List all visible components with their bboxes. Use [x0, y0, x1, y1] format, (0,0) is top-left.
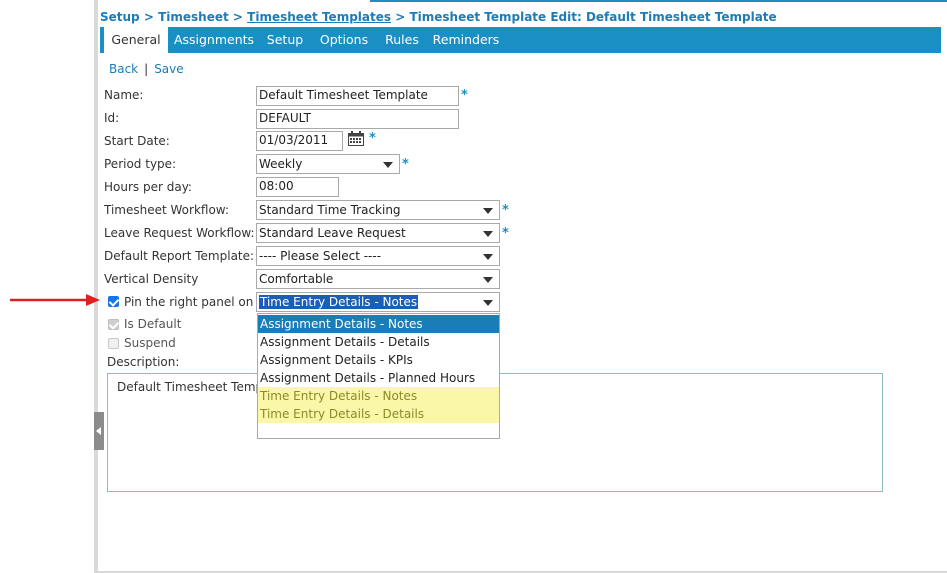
save-link[interactable]: Save: [154, 62, 183, 76]
name-input[interactable]: Default Timesheet Template: [256, 86, 459, 106]
hours-per-day-label: Hours per day:: [104, 180, 192, 194]
is-default-label: Is Default: [124, 317, 182, 331]
back-link[interactable]: Back: [109, 62, 138, 76]
required-star: *: [502, 226, 509, 241]
top-strip: [98, 0, 947, 4]
pin-right-panel-label: Pin the right panel on: [124, 295, 254, 309]
action-separator: |: [144, 62, 149, 76]
required-star: *: [369, 131, 376, 146]
breadcrumb: Setup > Timesheet > Timesheet Templates …: [100, 10, 777, 26]
breadcrumb-setup[interactable]: Setup: [100, 10, 140, 24]
required-star: *: [461, 88, 468, 103]
required-star: *: [502, 203, 509, 218]
vertical-density-select[interactable]: Comfortable: [256, 269, 500, 289]
tab-setup[interactable]: Setup: [262, 27, 308, 53]
dropdown-option[interactable]: Assignment Details - Notes: [258, 315, 499, 333]
default-report-template-value: ---- Please Select ----: [259, 249, 382, 263]
tab-rules[interactable]: Rules: [380, 27, 424, 53]
chevron-down-icon: [483, 300, 493, 306]
breadcrumb-timesheet-templates[interactable]: Timesheet Templates: [247, 10, 391, 24]
start-date-input[interactable]: 01/03/2011: [256, 131, 343, 151]
pin-right-panel-checkbox[interactable]: [108, 296, 120, 307]
annotation-arrow-icon: [10, 294, 100, 306]
required-star: *: [402, 157, 409, 172]
description-text: Default Timesheet Template: [117, 380, 257, 394]
action-links: Back | Save: [109, 62, 184, 76]
vertical-density-label: Vertical Density: [104, 272, 199, 286]
breadcrumb-current: Timesheet Template Edit: Default Timeshe…: [409, 10, 777, 24]
chevron-down-icon: [483, 208, 493, 214]
vertical-density-value: Comfortable: [259, 272, 334, 286]
chevron-down-icon: [383, 162, 393, 168]
default-report-template-select[interactable]: ---- Please Select ----: [256, 246, 500, 266]
id-label: Id:: [104, 111, 120, 125]
leave-request-workflow-select[interactable]: Standard Leave Request: [256, 223, 500, 243]
is-default-checkbox: [108, 319, 120, 330]
timesheet-workflow-label: Timesheet Workflow:: [104, 203, 229, 217]
chevron-down-icon: [483, 254, 493, 260]
chevron-down-icon: [483, 231, 493, 237]
tab-bar: General Assignments Setup Options Rules …: [100, 27, 941, 53]
dropdown-option[interactable]: Assignment Details - Details: [258, 333, 499, 351]
dropdown-option[interactable]: Assignment Details - KPIs: [258, 351, 499, 369]
period-type-value: Weekly: [259, 157, 303, 171]
breadcrumb-separator: >: [139, 10, 159, 24]
collapse-panel-handle[interactable]: [94, 412, 104, 450]
pin-right-panel-value: Time Entry Details - Notes: [259, 295, 419, 309]
default-report-template-label: Default Report Template:: [104, 249, 255, 263]
dropdown-option[interactable]: Assignment Details - Planned Hours: [258, 369, 499, 387]
suspend-label: Suspend: [124, 336, 176, 350]
timesheet-workflow-select[interactable]: Standard Time Tracking: [256, 200, 500, 220]
period-type-select[interactable]: Weekly: [256, 154, 400, 174]
dropdown-option[interactable]: Time Entry Details - Notes: [258, 387, 499, 405]
description-label: Description:: [107, 355, 180, 369]
chevron-left-icon: [96, 427, 101, 435]
timesheet-workflow-value: Standard Time Tracking: [259, 203, 401, 217]
breadcrumb-separator: >: [228, 10, 248, 24]
name-label: Name:: [104, 88, 144, 102]
pin-right-panel-select[interactable]: Time Entry Details - Notes: [256, 292, 500, 312]
hours-per-day-input[interactable]: 08:00: [256, 177, 339, 197]
breadcrumb-timesheet[interactable]: Timesheet: [158, 10, 229, 24]
suspend-checkbox: [108, 338, 119, 349]
tab-options[interactable]: Options: [314, 27, 374, 53]
tab-general[interactable]: General: [104, 27, 168, 53]
id-input[interactable]: DEFAULT: [256, 109, 459, 129]
start-date-label: Start Date:: [104, 134, 170, 148]
leave-request-workflow-value: Standard Leave Request: [259, 226, 406, 240]
tab-reminders[interactable]: Reminders: [430, 27, 502, 53]
leave-request-workflow-label: Leave Request Workflow:: [104, 226, 255, 240]
period-type-label: Period type:: [104, 157, 177, 171]
tab-assignments[interactable]: Assignments: [170, 27, 258, 53]
calendar-icon[interactable]: [348, 131, 364, 146]
dropdown-option[interactable]: Time Entry Details - Details: [258, 405, 499, 423]
pin-panel-dropdown-list: Assignment Details - Notes Assignment De…: [257, 313, 500, 439]
breadcrumb-separator: >: [391, 10, 410, 24]
chevron-down-icon: [483, 277, 493, 283]
